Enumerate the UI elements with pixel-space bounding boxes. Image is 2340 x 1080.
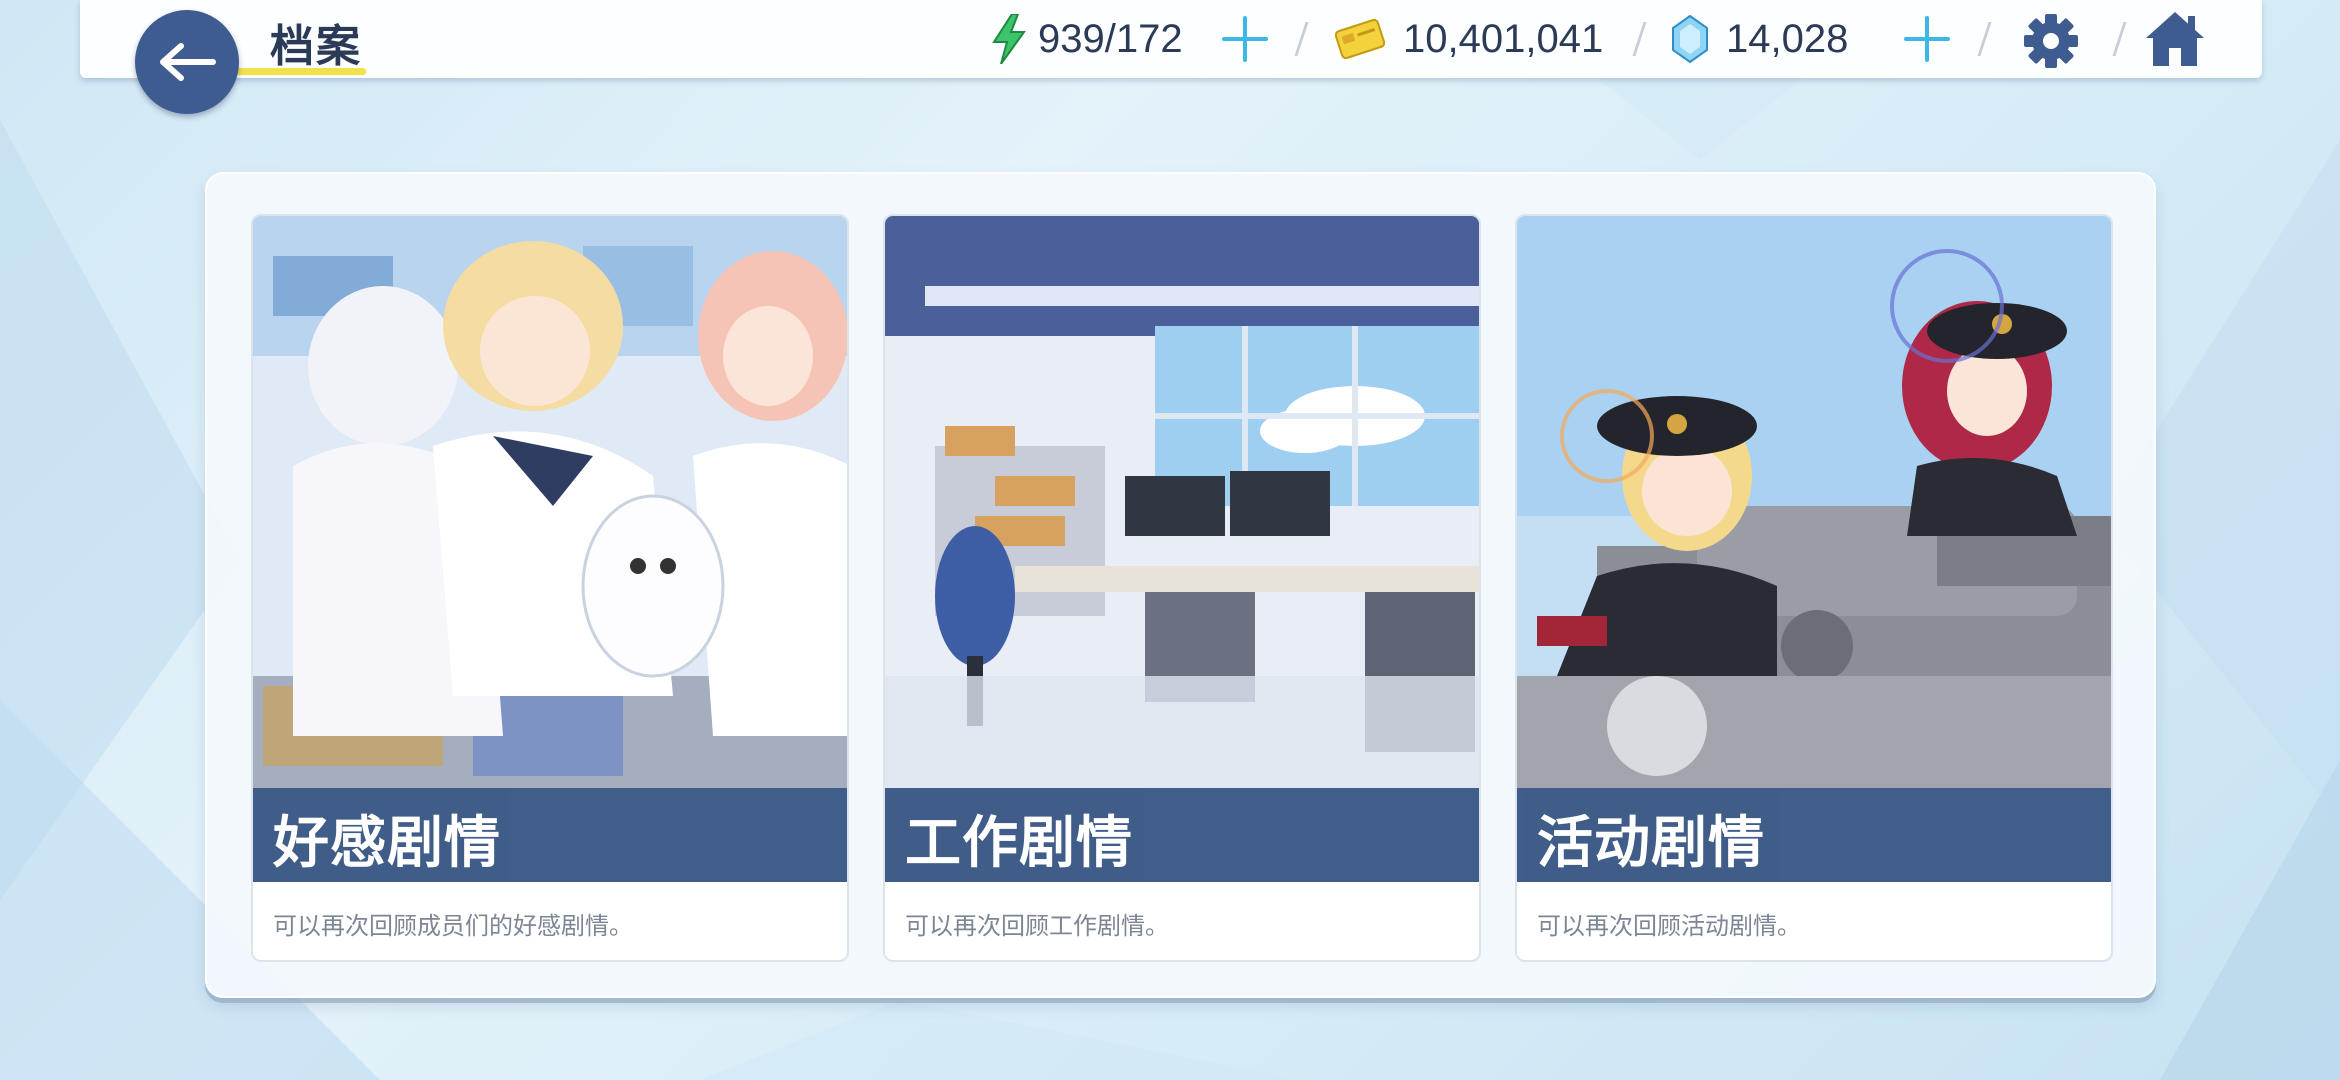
home-icon[interactable] <box>2144 10 2206 68</box>
pyroxene-resource: 14,028 <box>1670 12 1848 66</box>
credits-value: 10,401,041 <box>1403 16 1604 61</box>
divider <box>2112 22 2127 56</box>
lightning-icon <box>992 14 1026 64</box>
bond-story-illustration <box>253 216 847 788</box>
ap-value: 939/172 <box>1038 16 1183 61</box>
page-title: 档案 <box>270 22 362 71</box>
archive-panel: 好感剧情 可以再次回顾成员们的好感剧情。 工作剧情 可以再次回顾工作剧情。 活动… <box>205 172 2156 998</box>
gear-icon[interactable] <box>2022 12 2080 70</box>
card-title: 工作剧情 <box>905 811 1133 874</box>
card-title: 好感剧情 <box>273 811 501 874</box>
card-title-bar: 活动剧情 <box>1517 788 2111 882</box>
divider <box>1977 22 1992 56</box>
work-story-illustration <box>885 216 1479 788</box>
add-pyroxene-button[interactable] <box>1904 16 1950 62</box>
back-arrow-icon <box>160 43 216 81</box>
event-story-card[interactable]: 活动剧情 可以再次回顾活动剧情。 <box>1515 214 2113 962</box>
bond-story-card[interactable]: 好感剧情 可以再次回顾成员们的好感剧情。 <box>251 214 849 962</box>
ap-resource: 939/172 <box>992 12 1183 66</box>
back-button[interactable] <box>135 10 239 114</box>
card-description: 可以再次回顾工作剧情。 <box>905 913 1169 940</box>
pyroxene-value: 14,028 <box>1726 16 1849 61</box>
divider <box>1632 22 1647 56</box>
card-title: 活动剧情 <box>1537 811 1765 874</box>
card-title-bar: 工作剧情 <box>885 788 1479 882</box>
credit-card-icon <box>1335 19 1385 59</box>
card-description: 可以再次回顾活动剧情。 <box>1537 913 1801 940</box>
card-title-bar: 好感剧情 <box>253 788 847 882</box>
work-story-card[interactable]: 工作剧情 可以再次回顾工作剧情。 <box>883 214 1481 962</box>
divider <box>1294 22 1309 56</box>
event-story-illustration <box>1517 216 2111 788</box>
credits-resource: 10,401,041 <box>1335 12 1603 66</box>
gem-icon <box>1672 14 1708 64</box>
add-ap-button[interactable] <box>1222 16 1268 62</box>
top-bar: 939/172 10,401,041 14,028 <box>80 0 2262 78</box>
card-description: 可以再次回顾成员们的好感剧情。 <box>273 913 633 940</box>
